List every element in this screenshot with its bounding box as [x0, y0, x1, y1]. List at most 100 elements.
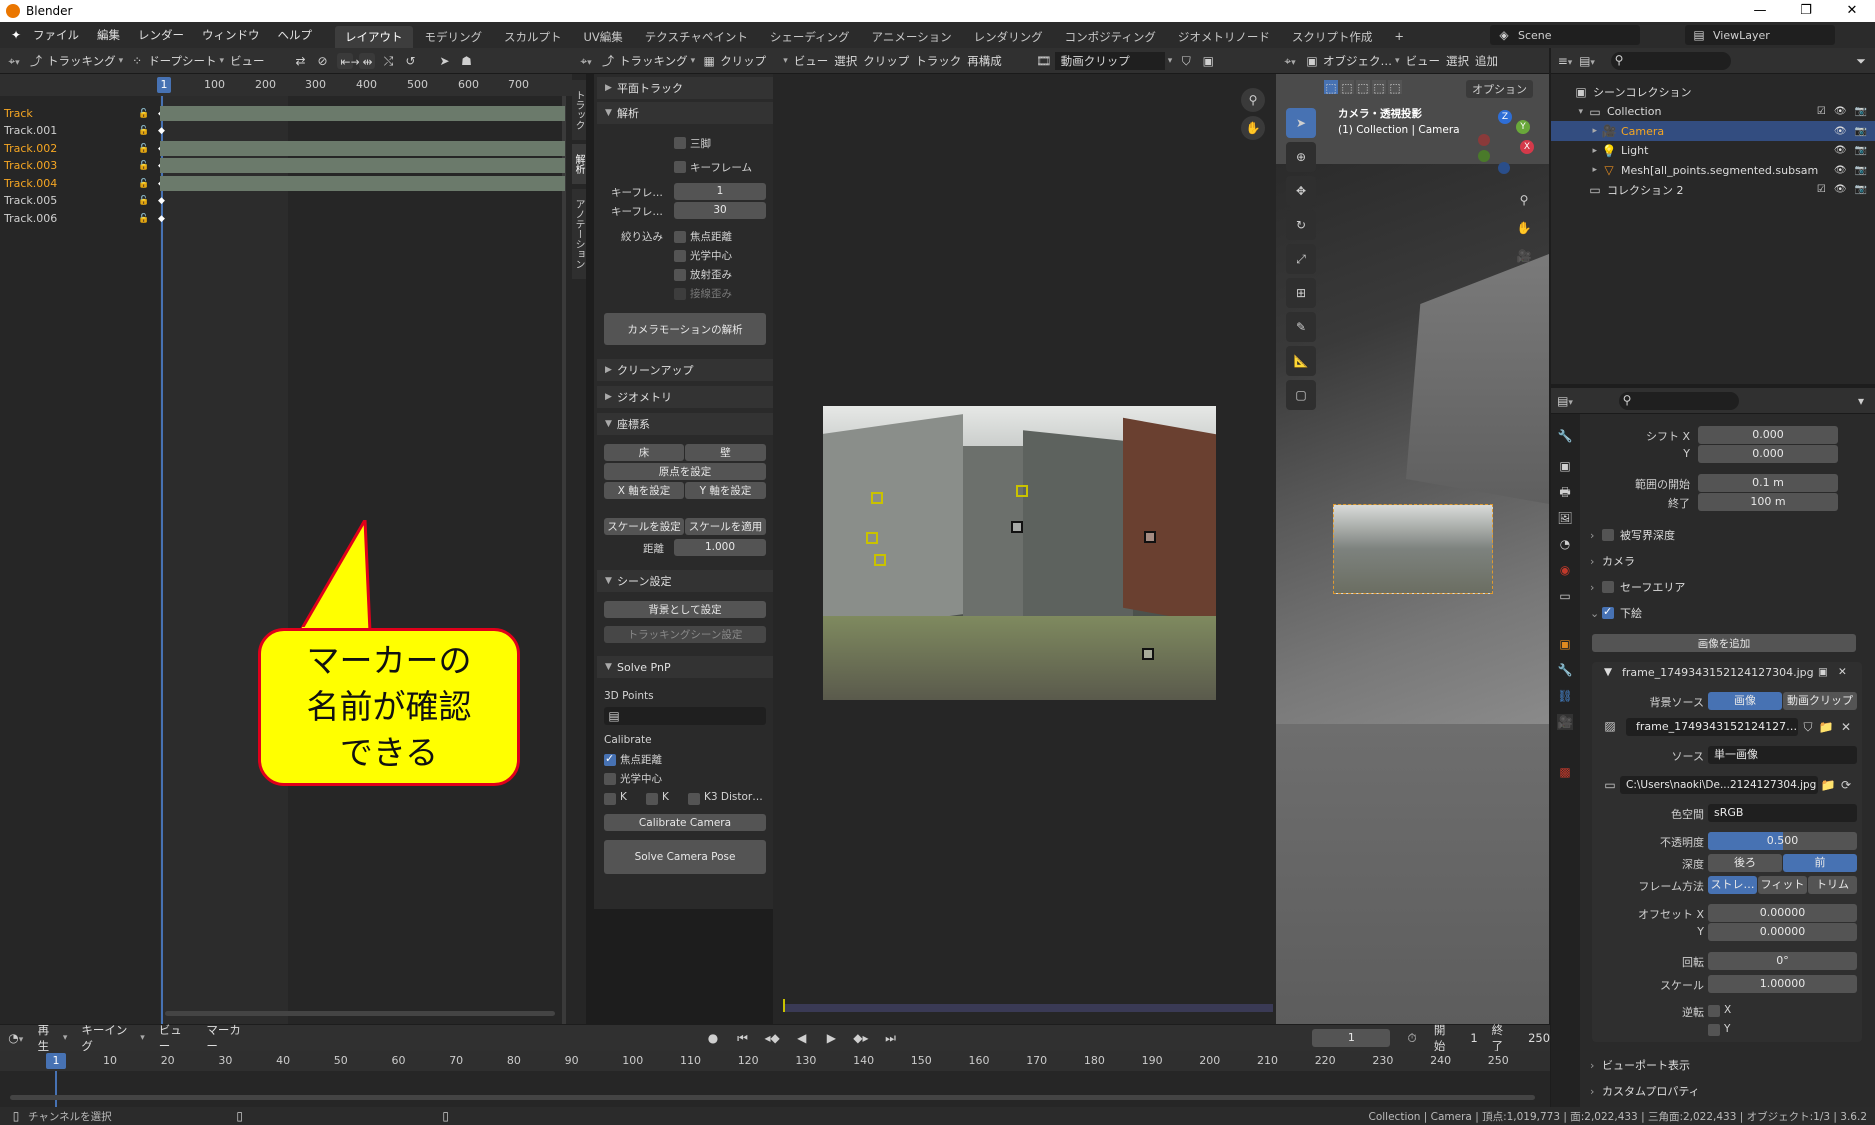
shift-y-field[interactable]: 0.000: [1698, 445, 1838, 463]
image-unlink-icon[interactable]: ✕: [1838, 719, 1854, 735]
texture-tab-icon[interactable]: ▩: [1557, 764, 1573, 780]
tab-annotation[interactable]: アノテーション: [572, 189, 586, 279]
ghost-icon[interactable]: ↺: [403, 53, 419, 69]
k1-checkbox[interactable]: [604, 793, 616, 805]
dopesheet-editor[interactable]: 1 100 200 300 400 500 600 700 Track🔓◆Tra…: [0, 74, 572, 1024]
filepath-folder-icon[interactable]: 📁: [1820, 777, 1836, 793]
track-row[interactable]: Track.003🔓◆: [0, 157, 572, 174]
panel-geometry[interactable]: ▶ ジオメトリ: [597, 386, 773, 408]
current-frame-indicator[interactable]: 1: [157, 77, 171, 93]
gizmo-neg-z-icon[interactable]: [1498, 162, 1510, 174]
tab-solve[interactable]: 解析: [572, 144, 586, 184]
scale-field[interactable]: 1.00000: [1708, 975, 1857, 993]
cursor-tool-icon[interactable]: ⊕: [1286, 142, 1316, 172]
object-tab-icon[interactable]: ▣: [1557, 636, 1573, 652]
visibility-eye-icon[interactable]: 👁: [1834, 165, 1847, 176]
select-new-icon[interactable]: ⬚: [1324, 80, 1338, 95]
image-browse-icon[interactable]: ▨: [1602, 718, 1618, 734]
calibrate-optical-checkbox[interactable]: [604, 773, 616, 785]
sort-avg-icon[interactable]: ⇹: [358, 52, 375, 69]
clip-editor-type-icon[interactable]: ⌖: [578, 53, 594, 69]
keyframe-diamond[interactable]: ◆: [158, 126, 165, 136]
tab-modeling[interactable]: モデリング: [415, 26, 493, 48]
keyframe-b-field[interactable]: 30: [674, 202, 766, 219]
dopesheet-h-scrollbar[interactable]: [165, 1011, 555, 1016]
disclosure-triangle-icon[interactable]: ▸: [1551, 146, 1601, 156]
viewport-zoom-icon[interactable]: ⚲: [1516, 192, 1532, 208]
sort-length-icon[interactable]: ⇤⇥: [336, 52, 361, 69]
tab-texture-paint[interactable]: テクスチャペイント: [635, 26, 758, 48]
frame-ruler[interactable]: 1 100 200 300 400 500 600 700: [0, 74, 572, 96]
k3-checkbox[interactable]: [688, 793, 700, 805]
section-safe-area[interactable]: › セーフエリア: [1590, 576, 1685, 598]
outliner-row[interactable]: ▣ シーンコレクション: [1551, 82, 1875, 102]
output-tab-icon[interactable]: 🖶: [1557, 484, 1573, 500]
menu-file[interactable]: ファイル: [24, 27, 88, 43]
scene-selector[interactable]: ◈ Scene: [1490, 25, 1640, 45]
flip-x-checkbox[interactable]: [1708, 1005, 1720, 1017]
section-custom-properties[interactable]: › カスタムプロパティ: [1590, 1080, 1700, 1102]
exclude-checkbox-icon[interactable]: ☑: [1817, 184, 1826, 195]
menu-track[interactable]: トラック: [915, 53, 961, 69]
bg-source-clip-button[interactable]: 動画クリップ: [1783, 692, 1857, 710]
measure-tool-icon[interactable]: 📐: [1286, 346, 1316, 376]
gizmo-neg-y-icon[interactable]: [1478, 150, 1490, 162]
transform-tool-icon[interactable]: ⊞: [1286, 278, 1316, 308]
timeline[interactable]: 1 10 20 30 40 50 60 70 80 90 100 110 120 130 140 150 16…: [0, 1051, 1550, 1107]
next-keyframe-icon[interactable]: ◆▸: [853, 1030, 869, 1046]
outliner-row[interactable]: ▾ ▭ Collection ☑ 👁 📷: [1551, 102, 1875, 122]
clip-start-field[interactable]: 0.1 m: [1698, 474, 1838, 492]
world-tab-icon[interactable]: ◉: [1557, 562, 1573, 578]
outliner[interactable]: ▣ シーンコレクション ▾ ▭ Collection ☑ 👁 📷 ▸ 🎥 Camera 👁 📷 ▸ 💡 Lig…: [1551, 74, 1875, 384]
timeline-view-menu[interactable]: ビュー: [159, 1022, 193, 1054]
track-bar[interactable]: [160, 158, 565, 173]
viewport-editor-type-icon[interactable]: ⌖: [1282, 53, 1298, 69]
menu-reconstruct[interactable]: 再構成: [967, 53, 1002, 69]
blender-menu-icon[interactable]: ✦: [8, 27, 24, 43]
track-name[interactable]: Track.003: [0, 159, 135, 172]
bg-image-field[interactable]: frame_1749343152124127…: [1626, 718, 1798, 736]
viewport-menu-add[interactable]: 追加: [1475, 53, 1498, 69]
ghost-toggle-icon[interactable]: ☗: [459, 53, 475, 69]
section-background-images[interactable]: ⌄下絵: [1590, 602, 1642, 624]
jump-start-icon[interactable]: ⏮: [735, 1030, 751, 1046]
lock-icon[interactable]: 🔓: [136, 106, 152, 122]
tab-scripting[interactable]: スクリプト作成: [1282, 26, 1383, 48]
gizmo-z-icon[interactable]: Z: [1498, 110, 1512, 124]
tab-geometry-nodes[interactable]: ジオメトリノード: [1168, 26, 1280, 48]
depth-front-button[interactable]: 前: [1783, 854, 1857, 872]
calibrate-focal-checkbox[interactable]: [604, 752, 616, 766]
disclosure-triangle-icon[interactable]: ▸: [1551, 165, 1601, 175]
points-3d-field[interactable]: ▤: [604, 707, 766, 725]
lock-icon[interactable]: 🔓: [136, 176, 152, 192]
gizmo-neg-x-icon[interactable]: [1478, 134, 1490, 146]
outliner-search-input[interactable]: ⚲: [1611, 51, 1731, 70]
select-subtract-icon[interactable]: ⬚: [1356, 80, 1370, 95]
menu-window[interactable]: ウィンドウ: [193, 27, 269, 43]
disclosure-triangle-icon[interactable]: ▾: [1551, 107, 1587, 117]
track-row[interactable]: Track.004🔓◆: [0, 175, 572, 192]
track-row[interactable]: Track.005 🔓 ◆: [0, 192, 572, 209]
current-frame-field[interactable]: 1: [1312, 1029, 1391, 1047]
playback-menu[interactable]: 再生: [38, 1022, 68, 1054]
keyframe-a-field[interactable]: 1: [674, 183, 766, 200]
menu-clip[interactable]: クリップ: [863, 53, 909, 69]
tab-sculpt[interactable]: スカルプト: [494, 26, 572, 48]
object-mode-dropdown[interactable]: ▣ オブジェク…: [1304, 53, 1400, 69]
refine-focal-checkbox[interactable]: [674, 231, 686, 243]
menu-select[interactable]: 選択: [834, 53, 857, 69]
select-extend-icon[interactable]: ⬚: [1340, 80, 1354, 95]
select-box-tool-icon[interactable]: ➤: [1286, 108, 1316, 138]
tracking-marker[interactable]: [1016, 485, 1028, 497]
viewport-menu-select[interactable]: 選択: [1446, 53, 1469, 69]
clip-mode-dropdown[interactable]: ⤴ トラッキング: [600, 53, 695, 69]
track-name[interactable]: Track: [0, 107, 135, 120]
tab-animation[interactable]: アニメーション: [862, 26, 962, 48]
clip-view[interactable]: ⚲ ✋: [773, 74, 1276, 1024]
pan-hand-icon[interactable]: ✋: [1241, 116, 1265, 140]
set-scale-button[interactable]: スケールを設定: [604, 518, 684, 535]
move-tool-icon[interactable]: ✥: [1286, 176, 1316, 206]
render-tab-icon[interactable]: ▣: [1557, 458, 1573, 474]
properties-editor-type-icon[interactable]: ▤: [1557, 393, 1573, 409]
filter-funnel-icon[interactable]: ⏷: [1853, 53, 1869, 69]
